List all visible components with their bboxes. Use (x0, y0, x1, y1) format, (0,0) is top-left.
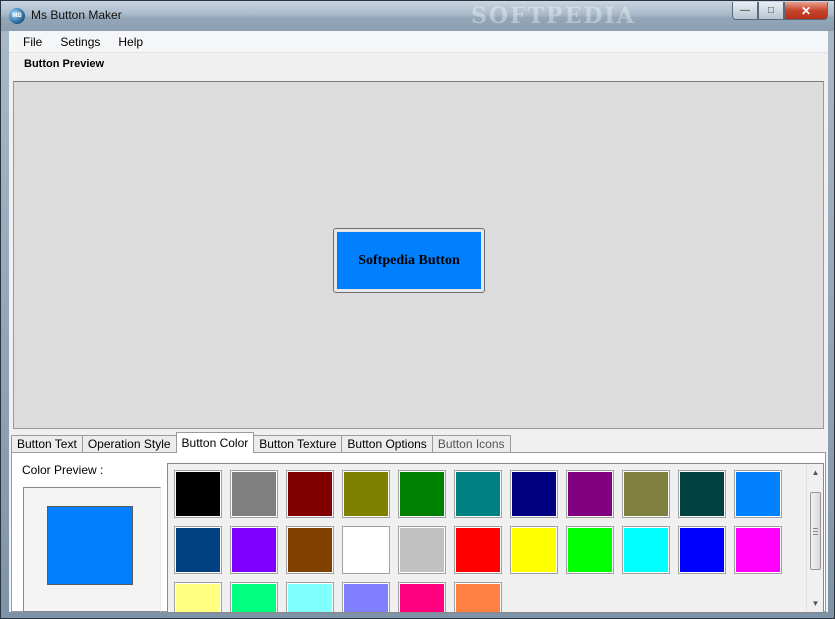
scroll-down-icon[interactable]: ▼ (807, 595, 823, 612)
button-preview-label: Button Preview (24, 58, 105, 70)
color-preview-swatch (47, 506, 133, 585)
color-swatch[interactable] (510, 470, 558, 518)
preview-button[interactable]: Softpedia Button (333, 228, 485, 293)
client-area: File Setings Help Button Preview Softped… (9, 31, 828, 613)
tab-button-options[interactable]: Button Options (341, 435, 433, 453)
tab-button-icons[interactable]: Button Icons (431, 435, 511, 453)
color-swatch[interactable] (286, 470, 334, 518)
color-swatch[interactable] (286, 526, 334, 574)
menu-help[interactable]: Help (109, 31, 152, 53)
color-swatch[interactable] (230, 470, 278, 518)
window-controls: — □ ✕ (732, 2, 828, 20)
color-swatch[interactable] (286, 582, 334, 612)
button-preview-area: Softpedia Button (13, 81, 824, 429)
close-icon: ✕ (800, 3, 812, 18)
palette-scrollbar[interactable]: ▲ ▼ (806, 464, 823, 612)
close-button[interactable]: ✕ (784, 2, 828, 20)
app-window: MB Ms Button Maker SOFTPEDIA — □ ✕ File … (0, 0, 835, 619)
scroll-thumb[interactable] (810, 492, 821, 570)
app-icon: MB (9, 8, 25, 24)
maximize-button[interactable]: □ (758, 2, 784, 20)
color-swatch[interactable] (174, 582, 222, 612)
color-swatch[interactable] (342, 526, 390, 574)
color-swatch[interactable] (678, 470, 726, 518)
menu-bar: File Setings Help (9, 31, 828, 53)
color-swatch[interactable] (230, 526, 278, 574)
scroll-up-icon[interactable]: ▲ (807, 464, 823, 481)
button-color-panel: Color Preview : ▲ ▼ (11, 452, 826, 613)
color-swatch[interactable] (678, 526, 726, 574)
color-swatch[interactable] (174, 526, 222, 574)
color-swatch[interactable] (342, 582, 390, 612)
minimize-icon: — (740, 5, 750, 16)
color-swatch[interactable] (734, 526, 782, 574)
palette-grid (174, 470, 794, 612)
menu-settings[interactable]: Setings (51, 31, 109, 53)
color-swatch[interactable] (566, 470, 614, 518)
color-swatch[interactable] (454, 470, 502, 518)
tab-button-texture[interactable]: Button Texture (253, 435, 343, 453)
title-bar[interactable]: MB Ms Button Maker SOFTPEDIA — □ ✕ (1, 1, 834, 31)
watermark: SOFTPEDIA (471, 3, 636, 29)
color-palette: ▲ ▼ (167, 463, 824, 613)
tab-strip: Button Text Operation Style Button Color… (11, 432, 511, 453)
color-swatch[interactable] (230, 582, 278, 612)
minimize-button[interactable]: — (732, 2, 758, 20)
color-preview-box (23, 487, 161, 612)
maximize-icon: □ (767, 5, 775, 16)
color-swatch[interactable] (566, 526, 614, 574)
tab-operation-style[interactable]: Operation Style (81, 435, 177, 453)
color-swatch[interactable] (398, 582, 446, 612)
color-swatch[interactable] (398, 526, 446, 574)
tab-button-color[interactable]: Button Color (175, 432, 255, 453)
color-preview-label: Color Preview : (22, 463, 104, 477)
menu-file[interactable]: File (9, 31, 51, 53)
window-title: Ms Button Maker (31, 8, 122, 22)
color-swatch[interactable] (174, 470, 222, 518)
color-swatch[interactable] (454, 526, 502, 574)
preview-button-face: Softpedia Button (337, 232, 481, 289)
color-swatch[interactable] (342, 470, 390, 518)
color-swatch[interactable] (454, 582, 502, 612)
color-swatch[interactable] (510, 526, 558, 574)
color-swatch[interactable] (734, 470, 782, 518)
tab-button-text[interactable]: Button Text (11, 435, 83, 453)
grip-icon (813, 528, 818, 535)
color-swatch[interactable] (622, 470, 670, 518)
color-swatch[interactable] (622, 526, 670, 574)
color-swatch[interactable] (398, 470, 446, 518)
